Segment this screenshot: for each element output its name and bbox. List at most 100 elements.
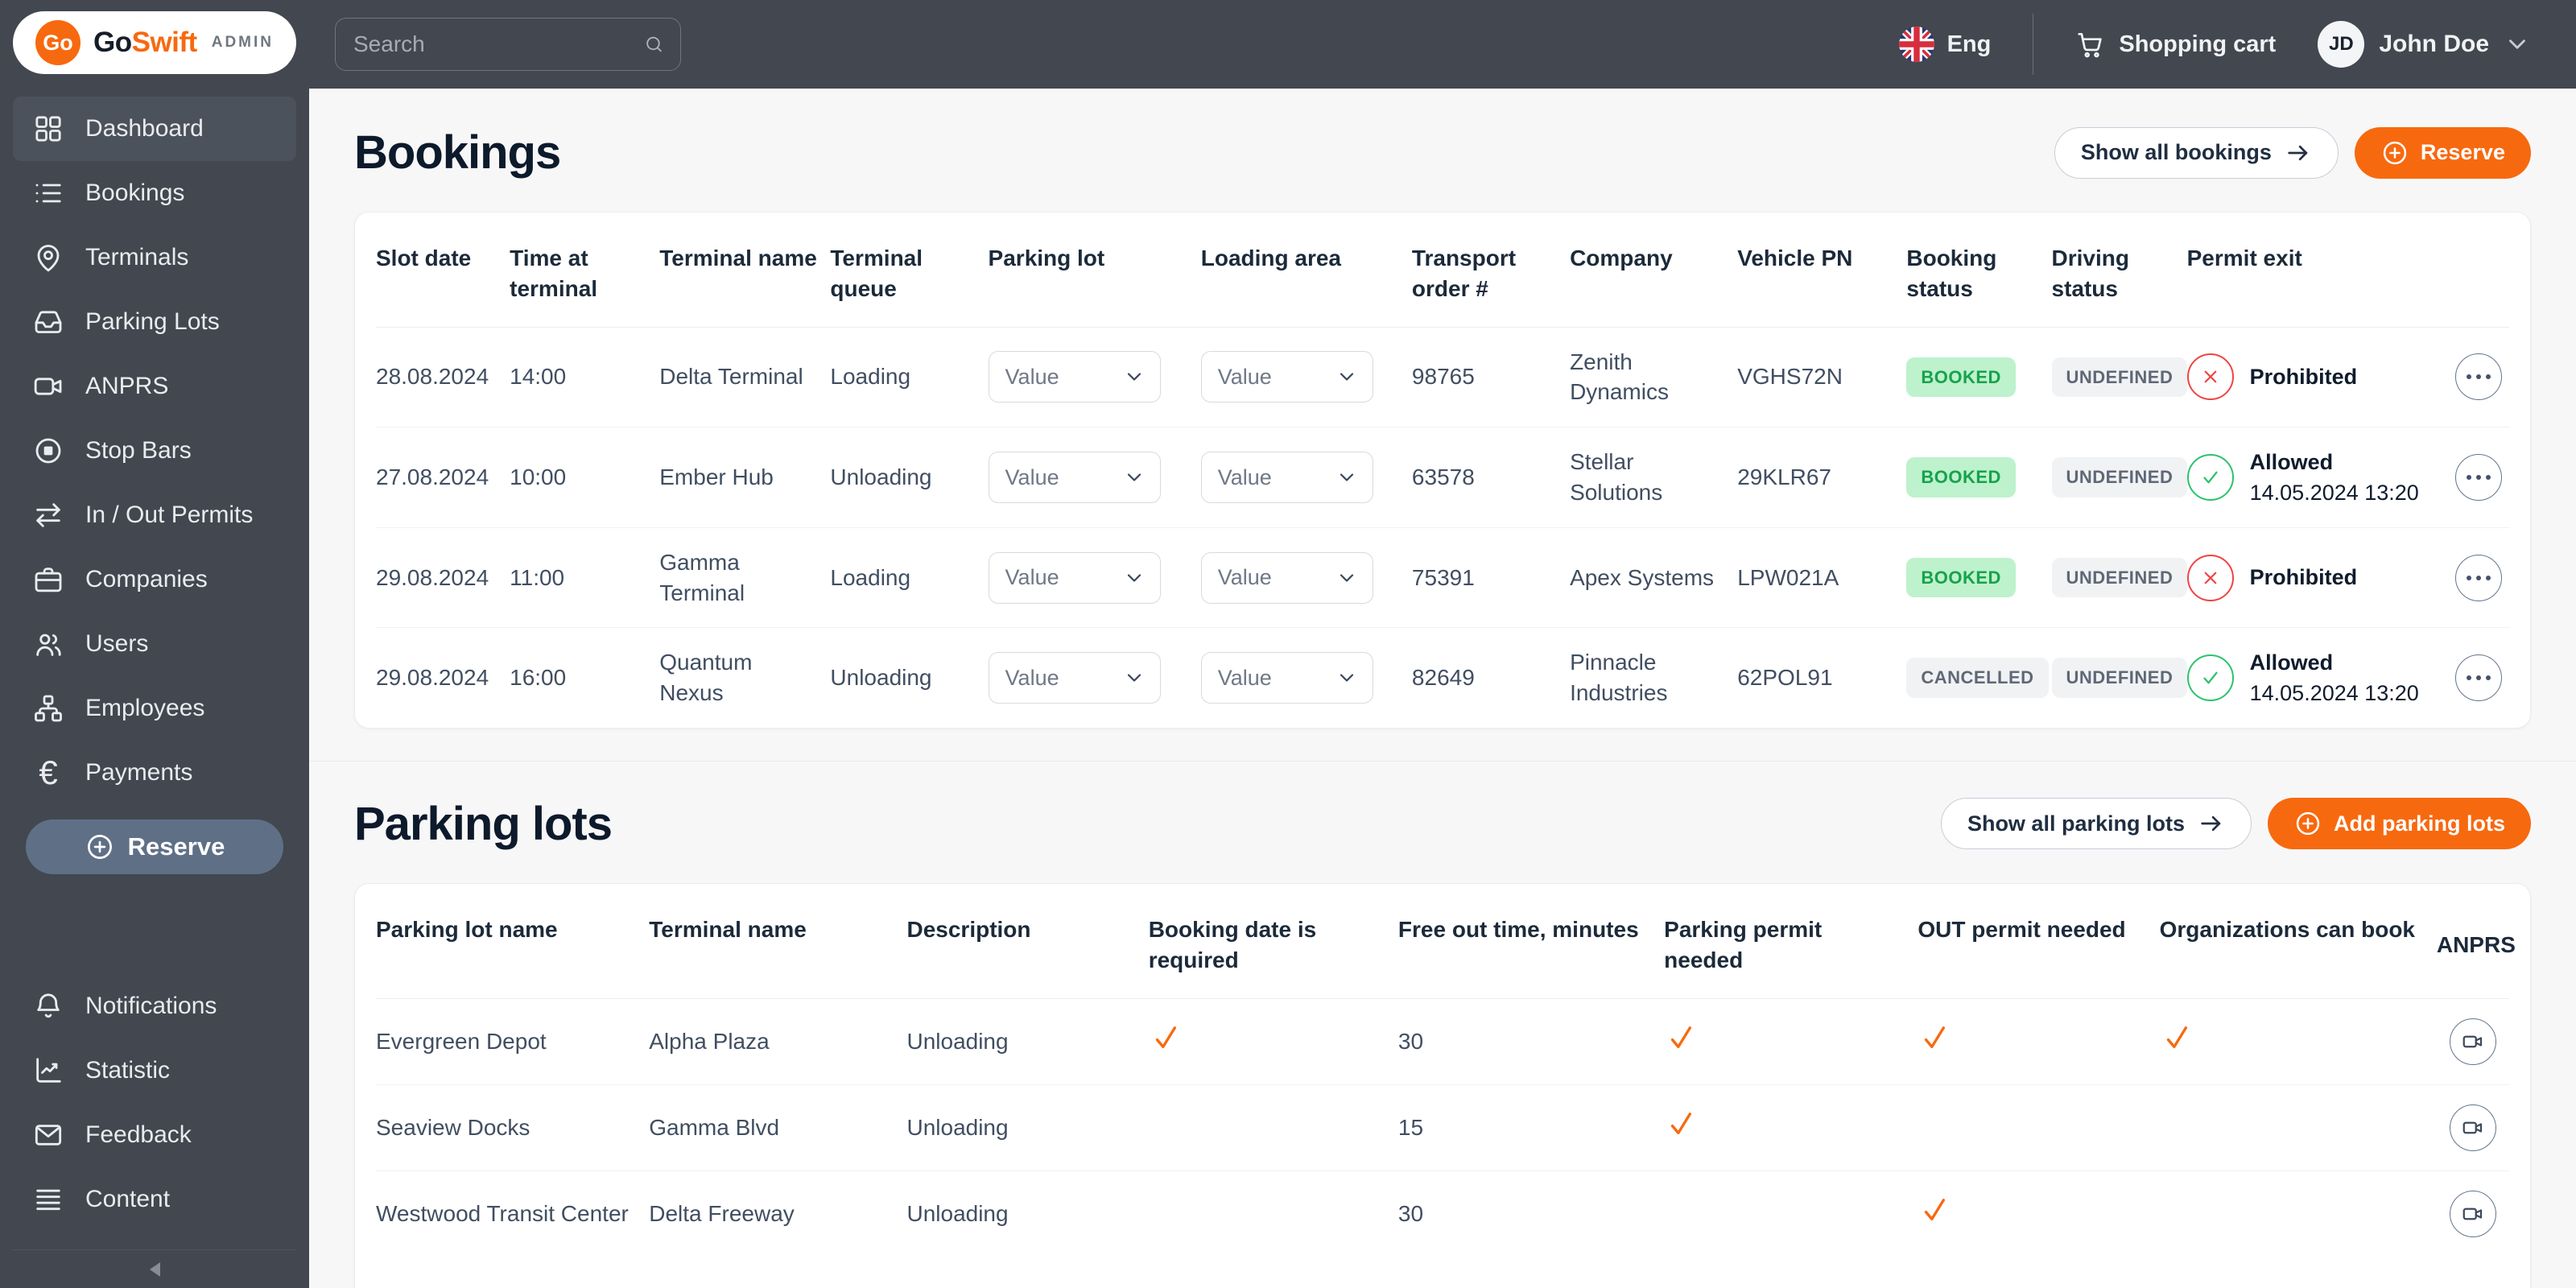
cell-parking-permit — [1664, 998, 1918, 1085]
booking-status-badge: BOOKED — [1906, 457, 2016, 497]
cell-parking-permit — [1664, 1084, 1918, 1171]
cell-terminal: Quantum Nexus — [659, 650, 753, 706]
sidebar-collapse-button[interactable] — [13, 1249, 296, 1288]
parking-lots-table: Parking lot name Terminal name Descripti… — [376, 883, 2516, 1257]
search-box[interactable] — [335, 18, 681, 71]
sidebar-reserve-button[interactable]: Reserve — [26, 819, 283, 874]
sidebar-item-employees[interactable]: Employees — [13, 676, 296, 741]
search-icon[interactable] — [644, 30, 664, 59]
cell-booking-date-required — [1149, 1170, 1398, 1257]
sidebar-item-statistic[interactable]: Statistic — [13, 1038, 296, 1103]
ellipsis-icon — [2466, 474, 2491, 480]
cell-company: Zenith Dynamics — [1570, 327, 1738, 428]
col-time-at-terminal: Time at terminal — [510, 213, 660, 328]
sidebar-item-terminals[interactable]: Terminals — [13, 225, 296, 290]
loading-area-select[interactable]: Value — [1200, 551, 1373, 604]
loading-area-select[interactable]: Value — [1200, 451, 1373, 503]
plus-circle-icon — [2383, 141, 2407, 164]
sidebar-item-in-out-permits[interactable]: In / Out Permits — [13, 483, 296, 547]
loading-area-select[interactable]: Value — [1200, 351, 1373, 403]
sidebar-item-anprs[interactable]: ANPRS — [13, 354, 296, 419]
app-logo[interactable]: Go GoSwift ADMIN — [13, 11, 296, 74]
row-menu-button[interactable] — [2454, 353, 2502, 401]
sidebar-item-payments[interactable]: € Payments — [13, 741, 296, 805]
col-out-permit-needed: OUT permit needed — [1918, 883, 2160, 999]
check-icon — [2160, 1021, 2194, 1055]
anprs-camera-button[interactable] — [2449, 1104, 2496, 1151]
admin-label: ADMIN — [211, 34, 274, 51]
search-input[interactable] — [353, 31, 644, 57]
chevron-down-icon — [1127, 373, 1141, 381]
col-permit-exit: Permit exit — [2186, 213, 2448, 328]
ellipsis-icon — [2466, 575, 2491, 580]
cell-slot-date: 28.08.2024 — [376, 327, 510, 428]
parking-lot-select[interactable]: Value — [988, 551, 1161, 604]
reserve-button[interactable]: Reserve — [2354, 126, 2531, 179]
booking-row: 28.08.2024 14:00 Delta Terminal Loading … — [376, 327, 2509, 428]
shopping-cart-label: Shopping cart — [2119, 31, 2277, 57]
language-selector[interactable]: Eng — [1898, 27, 1991, 62]
cell-order: 75391 — [1411, 527, 1571, 629]
add-parking-lots-button[interactable]: Add parking lots — [2267, 798, 2531, 850]
sidebar-item-notifications[interactable]: Notifications — [13, 974, 296, 1038]
row-menu-button[interactable] — [2454, 554, 2502, 601]
shopping-cart-button[interactable]: Shopping cart — [2075, 29, 2276, 60]
logo-badge-icon: Go — [35, 20, 80, 65]
video-camera-icon — [2462, 1121, 2483, 1133]
sidebar-item-users[interactable]: Users — [13, 612, 296, 676]
cell-slot-date: 29.08.2024 — [376, 665, 489, 691]
sidebar-item-parking-lots[interactable]: Parking Lots — [13, 290, 296, 354]
col-free-out-time: Free out time, minutes — [1397, 883, 1665, 999]
arrows-left-right-icon — [36, 503, 60, 527]
main-content: Bookings Show all bookings Reserve Slot … — [309, 89, 2576, 1288]
cart-icon — [2078, 32, 2103, 58]
col-actions — [2447, 213, 2509, 328]
check-icon — [1149, 1021, 1183, 1055]
col-terminal-name: Terminal name — [659, 213, 831, 328]
parking-lot-select[interactable]: Value — [988, 652, 1161, 704]
sidebar-item-companies[interactable]: Companies — [13, 547, 296, 612]
check-icon — [1664, 1107, 1698, 1141]
allowed-icon — [2186, 453, 2234, 501]
anprs-camera-button[interactable] — [2449, 1190, 2496, 1237]
chevron-down-icon — [1340, 473, 1353, 481]
sidebar-item-feedback[interactable]: Feedback — [13, 1103, 296, 1167]
cell-queue: Unloading — [830, 665, 932, 691]
ellipsis-icon — [2466, 374, 2491, 380]
parking-lot-select[interactable]: Value — [988, 351, 1161, 403]
sidebar-item-content[interactable]: Content — [13, 1167, 296, 1232]
cell-queue: Loading — [830, 327, 989, 428]
sidebar-item-label: Users — [85, 630, 149, 657]
row-menu-button[interactable] — [2454, 654, 2502, 702]
permit-exit-status: Allowed 14.05.2024 13:20 — [2186, 447, 2435, 508]
prohibited-icon — [2186, 353, 2234, 401]
cell-out-permit — [1918, 1084, 2160, 1171]
sidebar-item-label: Feedback — [85, 1121, 192, 1148]
chart-line-icon — [36, 1058, 61, 1083]
cell-queue: Unloading — [830, 427, 989, 528]
plus-circle-icon — [87, 835, 112, 859]
cell-description: Unloading — [906, 1084, 1149, 1171]
anprs-camera-button[interactable] — [2449, 1018, 2496, 1065]
sidebar-item-bookings[interactable]: Bookings — [13, 161, 296, 225]
sidebar-item-label: In / Out Permits — [85, 502, 254, 528]
sidebar-item-dashboard[interactable]: Dashboard — [13, 97, 296, 161]
chevron-down-icon — [1127, 674, 1141, 682]
sidebar-item-label: ANPRS — [85, 373, 169, 399]
chevron-down-icon — [1340, 674, 1353, 682]
permit-exit-status: Allowed 14.05.2024 13:20 — [2186, 647, 2435, 708]
loading-area-select[interactable]: Value — [1200, 652, 1373, 704]
user-menu[interactable]: JD John Doe — [2318, 21, 2531, 68]
booking-status-badge: CANCELLED — [1906, 658, 2049, 699]
show-all-bookings-button[interactable]: Show all bookings — [2054, 126, 2339, 179]
sidebar-item-label: Payments — [85, 759, 193, 786]
col-parking-lot-name: Parking lot name — [376, 883, 650, 999]
parking-lot-select[interactable]: Value — [988, 451, 1161, 503]
sidebar-item-stop-bars[interactable]: Stop Bars — [13, 419, 296, 483]
cell-parking-lot-name: Seaview Docks — [376, 1084, 650, 1171]
check-icon — [1664, 1021, 1698, 1055]
show-all-parking-lots-button[interactable]: Show all parking lots — [1940, 798, 2252, 850]
row-menu-button[interactable] — [2454, 453, 2502, 501]
ellipsis-icon — [2466, 675, 2491, 681]
parking-lots-title: Parking lots — [354, 797, 613, 850]
